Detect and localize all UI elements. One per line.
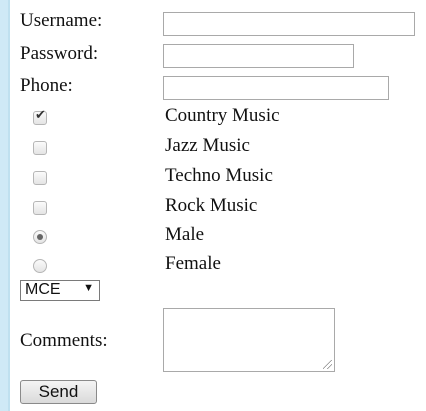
radio-label-female: Female [165, 253, 221, 274]
radio-label-male: Male [165, 224, 205, 245]
checkbox-label-country-music: Country Music [165, 105, 280, 126]
username-label: Username: [20, 10, 103, 31]
checkbox-label-rock-music: Rock Music [165, 195, 258, 216]
checkbox-label-jazz-music: Jazz Music [165, 135, 250, 156]
checkbox-jazz-music[interactable] [33, 141, 47, 155]
form-panel: Username: Password: Phone: ✔ Country Mus… [10, 0, 426, 411]
select-value: MCE [25, 281, 61, 298]
radio-female[interactable] [33, 259, 47, 273]
checkbox-techno-music[interactable] [33, 171, 47, 185]
comments-textarea[interactable] [163, 308, 335, 372]
checkbox-country-music[interactable]: ✔ [33, 108, 47, 125]
resize-grip-icon[interactable] [323, 360, 332, 369]
checkbox-rock-music[interactable] [33, 201, 47, 215]
phone-label: Phone: [20, 75, 73, 96]
checkbox-label-techno-music: Techno Music [165, 165, 273, 186]
check-icon: ✔ [35, 108, 46, 123]
comments-label: Comments: [20, 330, 108, 351]
password-label: Password: [20, 43, 99, 64]
radio-dot-icon [37, 234, 43, 240]
radio-male[interactable] [33, 230, 47, 244]
chevron-down-icon: ▼ [83, 282, 94, 294]
phone-input[interactable] [163, 76, 389, 100]
mce-select[interactable]: MCE ▼ [20, 280, 100, 301]
password-input[interactable] [163, 44, 354, 68]
username-input[interactable] [163, 12, 415, 36]
send-button[interactable]: Send [20, 380, 97, 404]
